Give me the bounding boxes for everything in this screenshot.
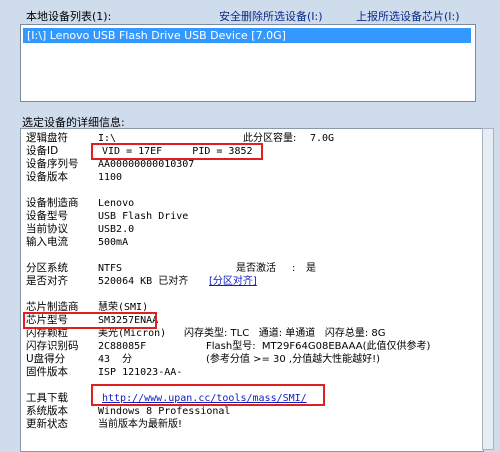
device-list-title: 本地设备列表(1): <box>26 10 112 23</box>
chip-model-value: SM3257ENAA <box>98 315 159 326</box>
update-value: 当前版本为最新版! <box>98 419 183 430</box>
device-id-value: VID = 17EF PID = 3852 <box>102 146 253 157</box>
version-label: 设备版本 <box>26 171 68 183</box>
firmware-label: 固件版本 <box>26 366 68 378</box>
device-id-label: 设备ID <box>26 145 59 157</box>
chip-vendor-label: 芯片制造商 <box>26 301 79 313</box>
flash-id-value: 2C88085F <box>98 341 147 352</box>
grade-label: U盘得分 <box>26 353 66 365</box>
align-value: 520064 KB 已对齐 <box>98 276 189 287</box>
drive-letter-value: I:\ <box>98 133 117 144</box>
flash-info: 闪存类型: TLC 通道: 单通道 闪存总量: 8G <box>184 328 386 339</box>
report-chip-link[interactable]: 上报所选设备芯片(I:) <box>356 8 460 24</box>
device-list[interactable]: [I:\] Lenovo USB Flash Drive USB Device … <box>20 24 476 102</box>
serial-label: 设备序列号 <box>26 158 79 170</box>
top-bar: 本地设备列表(1): 安全删除所选设备(I:) 上报所选设备芯片(I:) <box>0 0 500 26</box>
vendor-value: Lenovo <box>98 198 135 209</box>
safe-eject-link[interactable]: 安全删除所选设备(I:) <box>219 8 323 24</box>
capacity-value: 7.0G <box>310 133 335 144</box>
flash-model-info: Flash型号: MT29F64G08EBAAA(此值仅供参考) <box>206 341 431 352</box>
fs-value: NTFS <box>98 263 123 274</box>
vendor-label: 设备制造商 <box>26 197 79 209</box>
partition-align-link[interactable]: [分区对齐] <box>209 275 257 288</box>
flash-vendor-value: 美光(Micron) <box>98 328 167 339</box>
align-label: 是否对齐 <box>26 275 68 287</box>
grade-note: (参考分值 >= 30 ,分值越大性能越好!) <box>206 354 381 365</box>
current-label: 输入电流 <box>26 236 68 248</box>
current-value: 500mA <box>98 237 129 248</box>
details-panel: 逻辑盘符 I:\ 此分区容量: 7.0G 设备ID VID = 17EF PID… <box>20 128 484 452</box>
serial-value: AA00000000010307 <box>98 159 195 170</box>
active-label: 是否激活 <box>236 263 276 274</box>
active-value: 是 <box>306 263 316 274</box>
os-value: Windows 8 Professional <box>98 406 231 417</box>
capacity-label: 此分区容量: <box>243 133 297 144</box>
fs-label: 分区系统 <box>26 262 68 274</box>
drive-letter-label: 逻辑盘符 <box>26 132 68 144</box>
chip-vendor-value: 慧荣(SMI) <box>98 302 149 313</box>
firmware-value: ISP 121023-AA- <box>98 367 183 378</box>
version-value: 1100 <box>98 172 123 183</box>
grade-value: 43 分 <box>98 354 133 365</box>
details-scrollbar[interactable] <box>482 128 494 450</box>
model-value: USB Flash Drive <box>98 211 189 222</box>
protocol-label: 当前协议 <box>26 223 68 235</box>
flash-id-label: 闪存识别码 <box>26 340 79 352</box>
protocol-value: USB2.0 <box>98 224 135 235</box>
tool-download-link[interactable]: http://www.upan.cc/tools/mass/SMI/ <box>102 392 307 405</box>
tool-label: 工具下载 <box>26 392 68 404</box>
chip-model-label: 芯片型号 <box>26 314 68 326</box>
flash-vendor-label: 闪存颗粒 <box>26 327 68 339</box>
active-colon: : <box>292 263 296 274</box>
os-label: 系统版本 <box>26 405 68 417</box>
model-label: 设备型号 <box>26 210 68 222</box>
update-label: 更新状态 <box>26 418 68 430</box>
device-list-item[interactable]: [I:\] Lenovo USB Flash Drive USB Device … <box>23 28 471 43</box>
